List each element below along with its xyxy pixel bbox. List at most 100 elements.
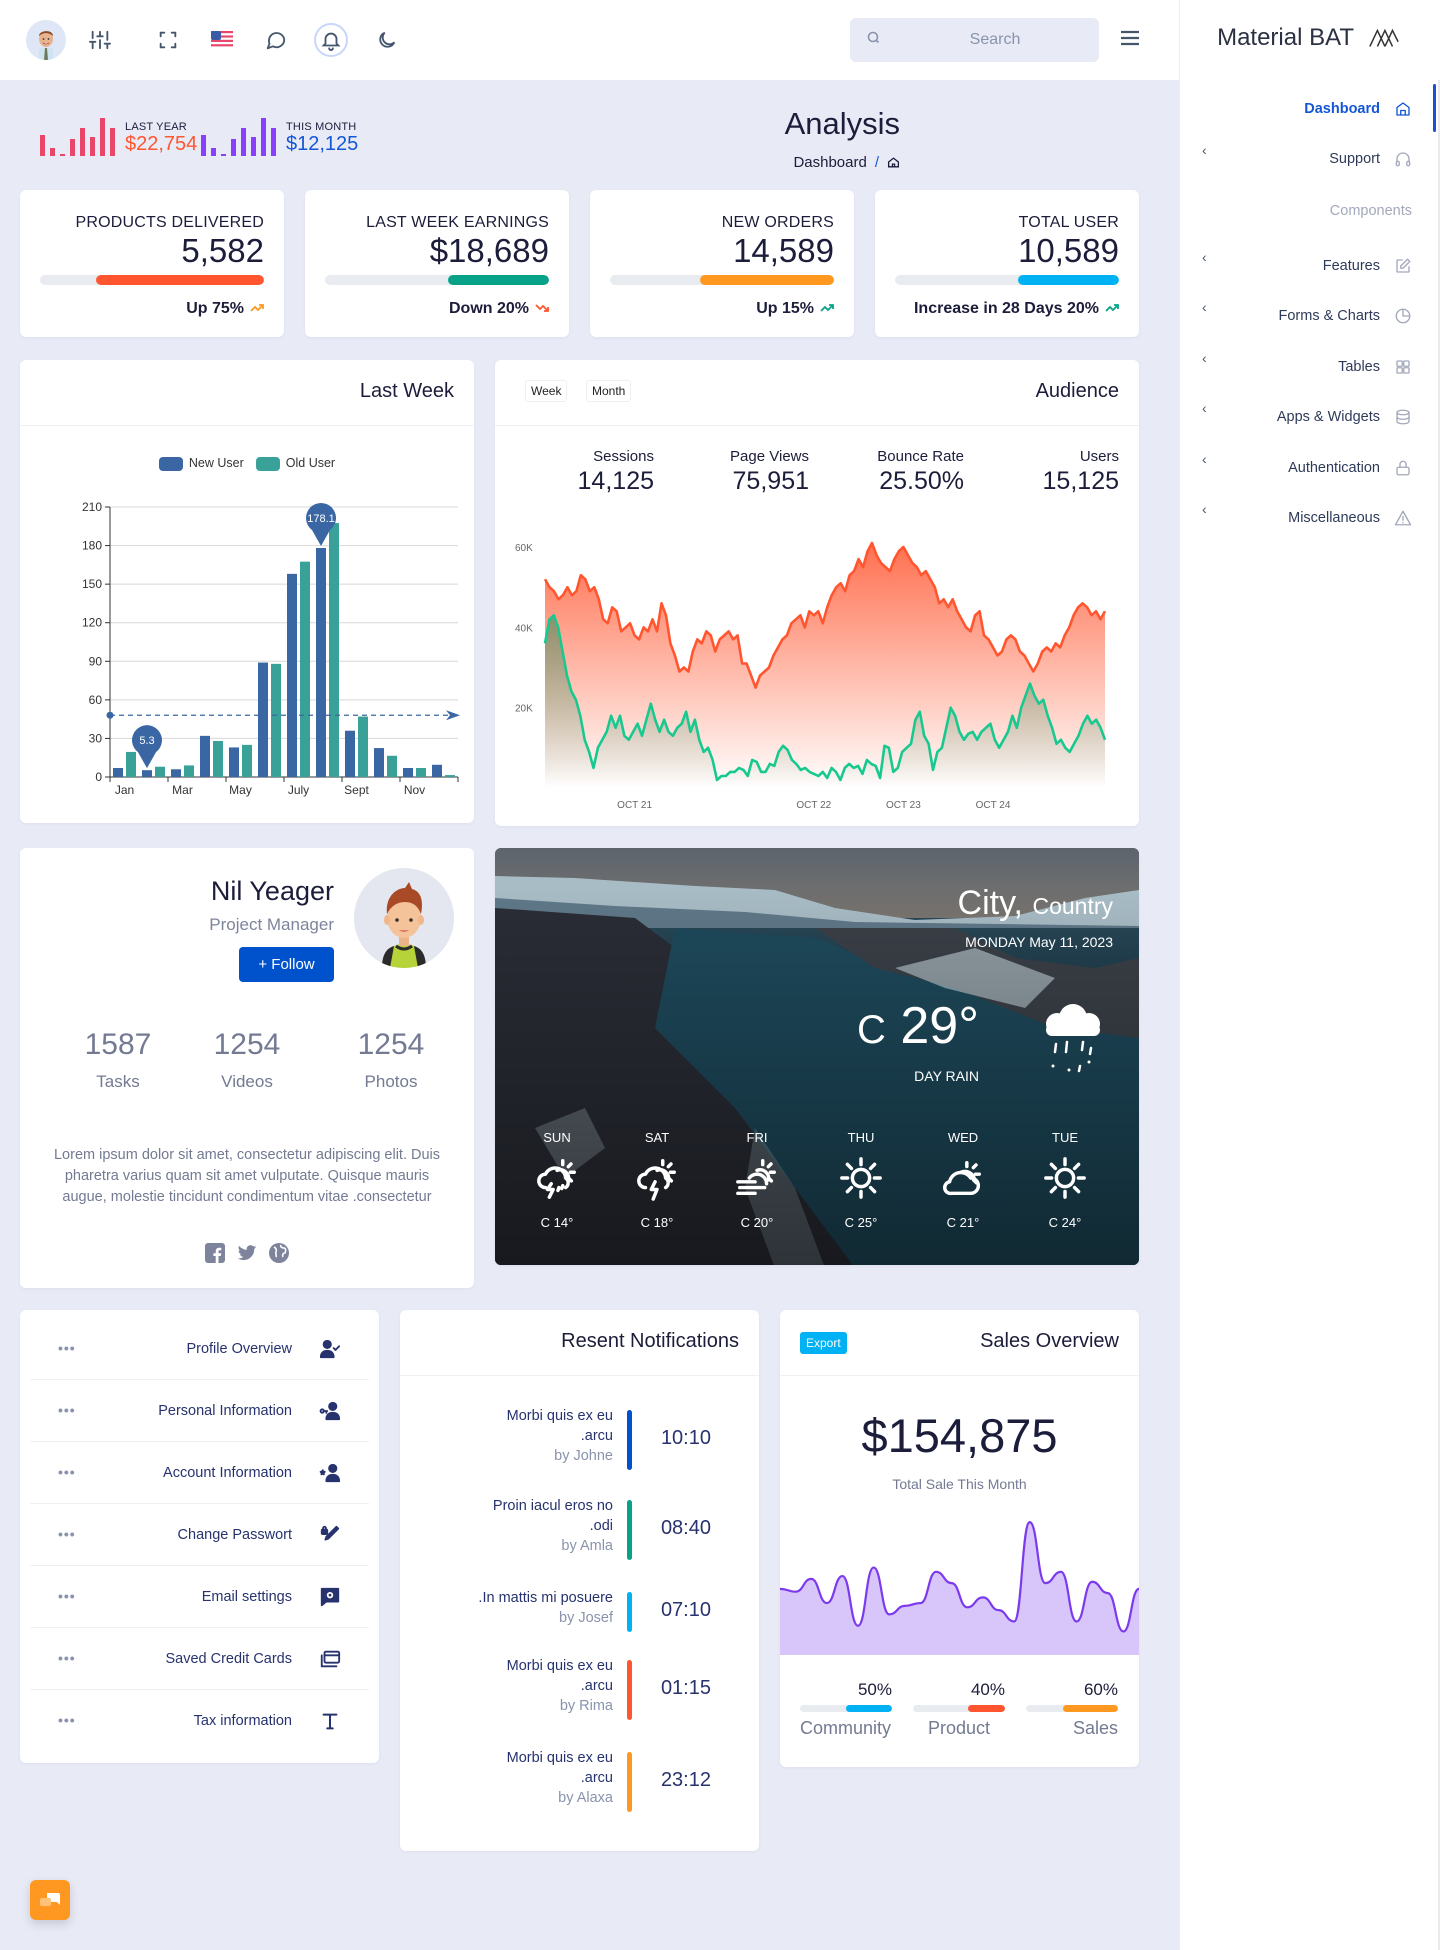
moon-icon[interactable] [371,24,403,56]
twitter-icon[interactable] [237,1243,257,1263]
sidebar-item-support[interactable]: Support [1329,150,1412,168]
mini-bar [80,127,85,156]
bar-old-user [416,768,426,777]
weather-country: Country [1032,893,1113,919]
brand[interactable]: Material BAT [1217,24,1400,52]
notification-item[interactable]: Morbi quis ex eu .arcu by Rima 01:15 [400,1658,759,1722]
profile-menu-item[interactable]: ••• Email settings [30,1566,369,1628]
us-flag-icon[interactable] [206,24,238,56]
chevron-left-icon[interactable]: ‹ [1202,451,1207,467]
fullscreen-icon[interactable] [152,24,184,56]
profile-menu-item[interactable]: ••• Personal Information [30,1380,369,1442]
forecast-day-label: TUE [1052,1130,1078,1145]
notification-item[interactable]: .In mattis mi posuere by Josef 07:10 [400,1590,759,1634]
mini-bar [261,118,266,156]
bar-new-user [258,662,268,777]
user-check-icon [319,1338,341,1360]
notification-item[interactable]: Morbi quis ex eu .arcu by Alaxa 23:12 [400,1750,759,1814]
forecast-day-sun: SUN C 14° [527,1130,587,1230]
sidebar-item-apps-widgets[interactable]: Apps & Widgets [1277,408,1412,426]
sidebar-item-tables[interactable]: Tables [1338,358,1412,376]
x-tick-label: Mar [172,783,193,797]
stat-label: Tasks [96,1072,140,1091]
profile-menu-item[interactable]: ••• Saved Credit Cards [30,1628,369,1690]
pie-chart-icon [1394,307,1412,325]
stat-label: Videos [221,1072,273,1091]
more-options-icon[interactable]: ••• [58,1402,76,1418]
sales-part-product: 40% Product [913,1680,1005,1739]
marker-label: 5.3 [139,735,154,747]
legend-item[interactable]: Old User [255,456,335,471]
profile-menu-item[interactable]: ••• Profile Overview [30,1318,369,1380]
notification-item[interactable]: Morbi quis ex eu .arcu by Johne 10:10 [400,1408,759,1472]
audience-stat-users: Users 15,125 [1043,448,1119,496]
sidebar-item-dashboard[interactable]: Dashboard [1304,100,1412,118]
sidebar-scrollbar-thumb[interactable] [1433,84,1436,132]
export-button[interactable]: Export [800,1332,847,1354]
profile-bio: Lorem ipsum dolor sit amet, consectetur … [53,1147,441,1205]
bar-new-user [345,730,355,777]
more-options-icon[interactable]: ••• [58,1588,76,1604]
sidebar-item-miscellaneous[interactable]: Miscellaneous [1288,509,1412,527]
bar-old-user [445,775,455,777]
sidebar-item-forms-charts[interactable]: Forms & Charts [1278,307,1412,325]
notification-item[interactable]: Proin iacul eros no .odi by Amla 08:40 [400,1498,759,1562]
chevron-left-icon[interactable]: ‹ [1202,400,1207,416]
stat-change-text: Up 75% [186,300,244,317]
profile-menu-label: Saved Credit Cards [165,1651,292,1667]
stat-change-text: Increase in 28 Days 20% [913,300,1099,317]
sidebar-item-features[interactable]: Features [1323,257,1412,275]
sidebar-item-label: Apps & Widgets [1276,409,1380,425]
chevron-left-icon[interactable]: ‹ [1202,249,1207,265]
forecast-day-label: THU [847,1130,875,1145]
profile-menu-item[interactable]: ••• Tax information [30,1690,369,1752]
chat-icon[interactable] [260,24,292,56]
mini-bar-chart-this-month [201,118,276,156]
home-icon[interactable] [887,156,900,169]
bar-new-user [142,770,152,777]
forecast-temp: C 24° [1048,1215,1082,1230]
profile-menu-item[interactable]: ••• Account Information [30,1442,369,1504]
mini-bar [70,138,75,156]
stat-label: Sessions [593,448,654,465]
more-options-icon[interactable]: ••• [58,1526,76,1542]
sidebar-item-authentication[interactable]: Authentication [1288,459,1412,477]
headphones-icon [1394,150,1412,168]
facebook-icon[interactable] [205,1243,225,1263]
profile-menu-item[interactable]: ••• Change Passwort [30,1504,369,1566]
tab-month[interactable]: Month [586,380,632,402]
bell-icon[interactable] [314,23,348,57]
more-options-icon[interactable]: ••• [58,1650,76,1666]
more-options-icon[interactable]: ••• [58,1340,76,1356]
more-options-icon[interactable]: ••• [58,1712,76,1728]
legend-item[interactable]: New User [158,456,244,471]
stat-change: Down 20% [449,300,549,318]
user-avatar[interactable] [26,20,66,60]
notification-line: .arcu [580,1770,613,1786]
legend-swatch [158,456,183,471]
more-options-icon[interactable]: ••• [58,1464,76,1480]
tab-week[interactable]: Week [525,380,568,402]
chevron-left-icon[interactable]: ‹ [1202,350,1207,366]
search-input[interactable] [900,18,1090,62]
sliders-icon[interactable] [84,24,116,56]
mini-bar [211,148,216,156]
brand-logo-icon [1369,28,1399,47]
search-icon [866,30,882,46]
chat-bubbles-icon[interactable] [30,1880,70,1920]
weather-city: City, [957,884,1023,922]
chevron-left-icon[interactable]: ‹ [1202,501,1207,517]
x-tick-label: July [288,783,309,797]
follow-button[interactable]: + Follow [239,947,334,982]
search-box[interactable] [850,18,1099,62]
summary-value: $22,754 [125,133,198,155]
globe-icon[interactable] [269,1243,289,1263]
forecast-temp: C 18° [640,1215,674,1230]
chevron-left-icon[interactable]: ‹ [1202,142,1207,158]
chevron-left-icon[interactable]: ‹ [1202,299,1207,315]
hamburger-icon[interactable] [1118,26,1146,54]
x-tick-label: OCT 23 [886,800,921,811]
breadcrumb-dashboard[interactable]: Dashboard [793,154,866,171]
summary-label: THIS MONTH [286,121,357,133]
stat-value: 15,125 [1042,467,1119,495]
